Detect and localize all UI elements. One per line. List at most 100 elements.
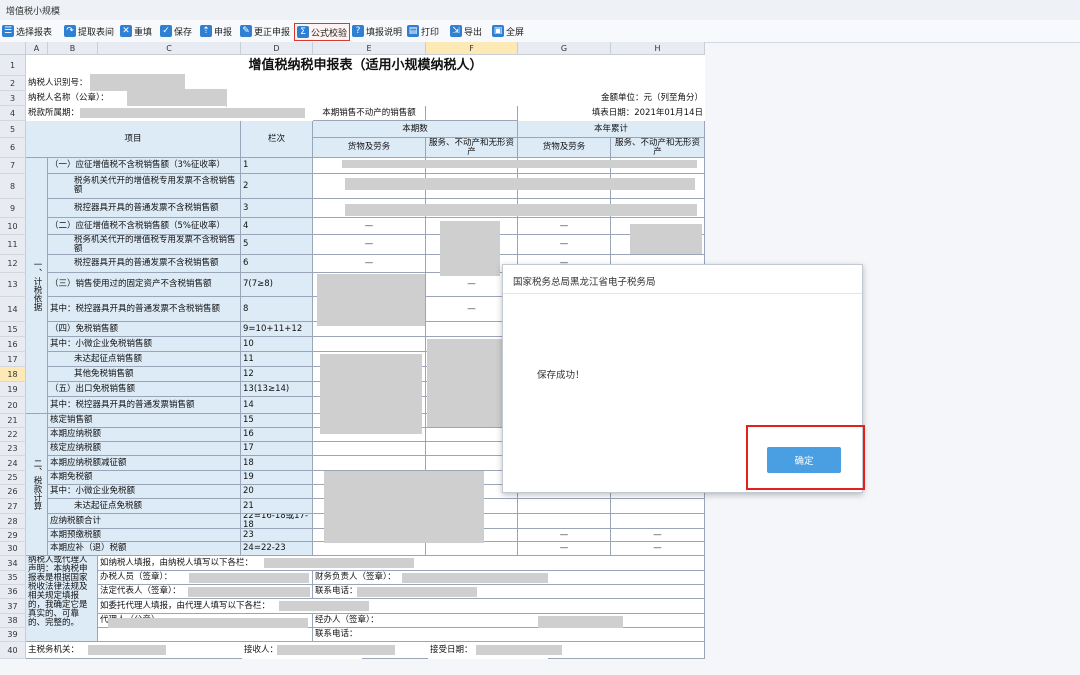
row-header-9[interactable]: 9	[0, 199, 26, 218]
toolbar-check-circle-button[interactable]: ✓ 保存	[160, 23, 192, 39]
redacted-block	[345, 204, 697, 216]
value-cell-g[interactable]	[518, 514, 611, 529]
dialog-message: 保存成功！	[537, 370, 585, 381]
toolbar-export-button[interactable]: ⇲ 导出	[450, 23, 482, 39]
header-line: 栏次	[241, 121, 313, 158]
row-header-4[interactable]: 4	[0, 106, 26, 121]
row-header-18[interactable]: 18	[0, 367, 26, 382]
toolbar-redo-button[interactable]: ↷ 提取表间	[64, 23, 114, 39]
print-icon: ▤	[407, 25, 419, 37]
redacted-block	[188, 587, 310, 597]
row-header-23[interactable]: 23	[0, 442, 26, 456]
row-header-39[interactable]: 39	[0, 628, 26, 642]
row-header-13[interactable]: 13	[0, 273, 26, 297]
row-header-3[interactable]: 3	[0, 91, 26, 106]
row-header-22[interactable]: 22	[0, 428, 26, 442]
item-label: （一）应征增值税不含税销售额（3%征收率）	[48, 158, 241, 174]
item-label: 未达起征点免税额	[48, 499, 241, 514]
row-header-14[interactable]: 14	[0, 297, 26, 322]
cloud-edit-icon: ✎	[240, 25, 252, 37]
toolbar-fullscreen-button[interactable]: ▣ 全屏	[492, 23, 524, 39]
item-label: （二）应征增值税不含税销售额（5%征收率）	[48, 218, 241, 235]
value-cell-e[interactable]	[313, 456, 426, 471]
row-header-29[interactable]: 29	[0, 529, 26, 542]
column-header-d[interactable]: D	[241, 42, 313, 55]
dash-cell: —	[518, 218, 611, 235]
row-header-24[interactable]: 24	[0, 456, 26, 471]
item-line: 8	[241, 297, 313, 322]
item-line: 2	[241, 174, 313, 199]
item-line: 19	[241, 471, 313, 485]
row-header-6[interactable]: 6	[0, 138, 26, 158]
item-line: 21	[241, 499, 313, 514]
toolbar-label: 导出	[464, 27, 483, 38]
row-header-8[interactable]: 8	[0, 174, 26, 199]
row-header-20[interactable]: 20	[0, 397, 26, 414]
column-header-a[interactable]: A	[26, 42, 48, 55]
toolbar-list-button[interactable]: ☰ 选择报表	[2, 23, 52, 39]
formula-icon: Σ	[297, 26, 309, 38]
item-label: 本期应纳税额减征额	[48, 456, 241, 471]
row-header-25[interactable]: 25	[0, 471, 26, 485]
row-header-7[interactable]: 7	[0, 158, 26, 174]
column-header-h[interactable]: H	[611, 42, 705, 55]
window-titlebar: 增值税小规模	[0, 0, 1080, 21]
row-header-27[interactable]: 27	[0, 499, 26, 514]
column-header-c[interactable]: C	[98, 42, 241, 55]
header-services: 服务、不动产和无形资产	[426, 138, 518, 158]
column-header-g[interactable]: G	[518, 42, 611, 55]
row-header-2[interactable]: 2	[0, 76, 26, 91]
row-header-37[interactable]: 37	[0, 599, 26, 614]
item-label: （三）销售使用过的固定资产不含税销售额	[48, 273, 241, 297]
row-header-35[interactable]: 35	[0, 571, 26, 585]
value-cell-e[interactable]	[313, 442, 426, 456]
value-cell-e[interactable]	[313, 337, 426, 352]
header-current: 本期数	[313, 121, 518, 138]
toolbar-cloud-edit-button[interactable]: ✎ 更正申报	[240, 23, 290, 39]
row-header-16[interactable]: 16	[0, 337, 26, 352]
toolbar-help-button[interactable]: ? 填报说明	[352, 23, 402, 39]
row-header-26[interactable]: 26	[0, 485, 26, 499]
row-header-17[interactable]: 17	[0, 352, 26, 367]
redacted-block	[80, 108, 305, 118]
toolbar-close-circle-button[interactable]: ✕ 重填	[120, 23, 152, 39]
realestate-value[interactable]	[426, 106, 518, 121]
row-header-30[interactable]: 30	[0, 542, 26, 556]
row-header-21[interactable]: 21	[0, 414, 26, 428]
row-header-19[interactable]: 19	[0, 382, 26, 397]
toolbar-label: 填报说明	[366, 27, 403, 38]
row-header-1[interactable]: 1	[0, 55, 26, 76]
window-title: 增值税小规模	[6, 7, 61, 17]
value-cell-g[interactable]	[518, 499, 611, 514]
row-header-36[interactable]: 36	[0, 585, 26, 599]
agent-blank[interactable]	[98, 628, 313, 642]
row-header-40[interactable]: 40	[0, 642, 26, 659]
row-header-5[interactable]: 5	[0, 121, 26, 138]
item-label: 税务机关代开的增值税专用发票不含税销售额	[48, 174, 241, 199]
value-cell-e[interactable]	[313, 542, 426, 556]
row-header-15[interactable]: 15	[0, 322, 26, 337]
phone2-label: 联系电话：	[313, 628, 705, 642]
row-header-38[interactable]: 38	[0, 614, 26, 628]
value-cell-h[interactable]	[611, 499, 705, 514]
column-header-f[interactable]: F	[426, 42, 518, 55]
redacted-block	[264, 558, 414, 568]
item-label: 本期应补（退）税额	[48, 542, 241, 556]
dash-cell: —	[611, 529, 705, 542]
column-header-b[interactable]: B	[48, 42, 98, 55]
column-header-e[interactable]: E	[313, 42, 426, 55]
row-header-34[interactable]: 34	[0, 556, 26, 571]
item-line: 17	[241, 442, 313, 456]
value-cell-f[interactable]	[426, 542, 518, 556]
toolbar-formula-button[interactable]: Σ 公式校验	[294, 23, 351, 41]
row-header-10[interactable]: 10	[0, 218, 26, 235]
redacted-block	[440, 221, 500, 276]
row-header-12[interactable]: 12	[0, 255, 26, 273]
value-cell-h[interactable]	[611, 514, 705, 529]
toolbar-label: 申报	[214, 27, 233, 38]
toolbar-print-button[interactable]: ▤ 打印	[407, 23, 439, 39]
item-label: 其中：税控器具开具的普通发票销售额	[48, 397, 241, 414]
row-header-11[interactable]: 11	[0, 235, 26, 255]
row-header-28[interactable]: 28	[0, 514, 26, 529]
toolbar-cloud-upload-button[interactable]: ⇡ 申报	[200, 23, 232, 39]
